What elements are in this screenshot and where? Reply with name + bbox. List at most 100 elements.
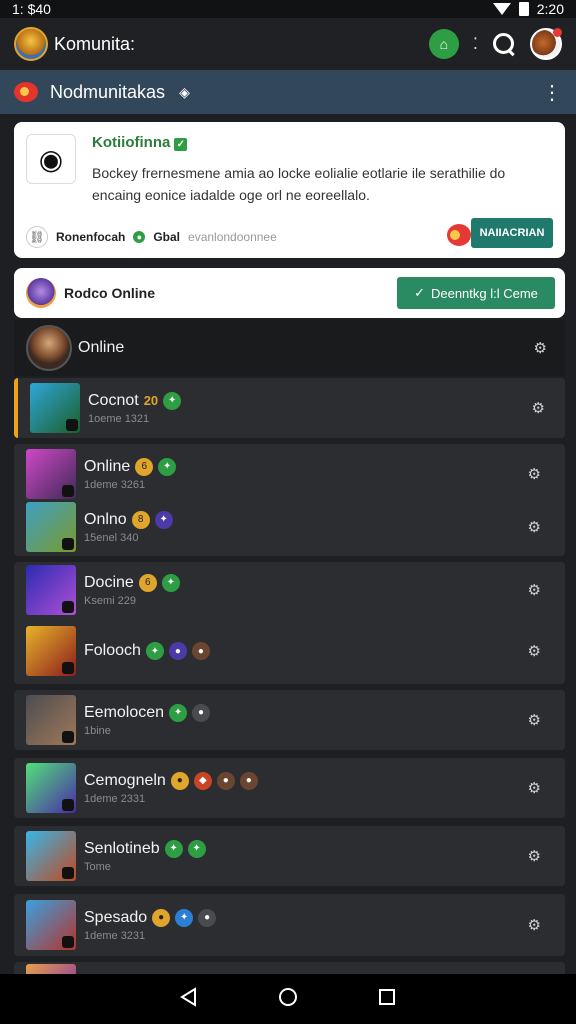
member-name-row: Onlno 8 ✦ (84, 510, 173, 529)
online-button[interactable]: ✓ Deenntkg l:l Ceme (397, 277, 555, 309)
member-group: Online 6 ✦ 1deme 3261 ⚙ Onlno 8 ✦ 15enel… (14, 444, 565, 556)
status-time: 1: $40 (12, 1, 51, 17)
badge-icon: ● (168, 642, 187, 660)
community-bar: Nodmunitakas ◈ ⋮ (0, 70, 576, 114)
member-avatar (26, 695, 76, 745)
gear-icon[interactable]: ⚙ (528, 779, 541, 797)
gear-icon[interactable]: ⚙ (528, 465, 541, 483)
foot-name: Ronenfocah (56, 230, 126, 244)
member-sub: Ksemi 229 (84, 594, 136, 607)
badge-icon: ✦ (158, 457, 177, 476)
avatar[interactable] (530, 28, 562, 60)
gear-icon[interactable]: ⚙ (528, 518, 541, 536)
member-avatar (26, 449, 76, 499)
online-card: Rodco Online ✓ Deenntkg l:l Ceme (14, 268, 565, 318)
list-item[interactable]: Spesado ● ✦ ● 1deme 3231 ⚙ (26, 900, 551, 950)
badge-icon: ● (152, 908, 171, 927)
home-icon[interactable]: ⌂ (428, 29, 459, 59)
list-item[interactable]: Folooch ✦ ● ● ⚙ (26, 626, 551, 676)
member-avatar (26, 565, 76, 615)
member-sub: 15enel 340 (84, 531, 139, 544)
diamond-icon[interactable]: ◈ (179, 84, 190, 101)
member-name: Senlotineb (84, 839, 160, 857)
member-tag: 6 (138, 573, 157, 592)
app-logo-icon[interactable] (14, 27, 48, 61)
recents-icon[interactable] (377, 987, 397, 1012)
more-vert-icon[interactable]: ⋮ (542, 80, 562, 105)
badge-icon: ◆ (193, 771, 212, 790)
link-icon[interactable]: ⛓ (26, 226, 48, 248)
member-name: Cemogneln (84, 771, 166, 789)
more-small-icon[interactable]: ⁚ (473, 34, 478, 54)
member-name: Cocnot (88, 391, 139, 409)
gear-icon[interactable]: ⚙ (528, 581, 541, 599)
member-text: Spesado ● ✦ ● 1deme 3231 (84, 908, 217, 942)
member-name: Eemolocen (84, 703, 165, 721)
member-group: Cemogneln ● ◆ ● ● 1deme 2331 ⚙ (14, 758, 565, 818)
status-battery: 2:20 (536, 1, 564, 17)
member-name: Onlno (84, 510, 127, 528)
info-action-button[interactable]: NAIIACRIAN (471, 218, 553, 248)
gear-icon[interactable]: ⚙ (528, 711, 541, 729)
badge-icon: ● (191, 642, 210, 660)
member-text: Docine 6 ✦ Ksemi 229 (84, 573, 180, 607)
back-icon[interactable] (179, 986, 199, 1012)
member-avatar (30, 383, 80, 433)
online-avatar (26, 278, 56, 308)
app-bar: Komunita: ⌂ ⁚ (0, 18, 576, 70)
list-item[interactable]: Senlotineb ✦ ✦ Tome ⚙ (26, 831, 551, 881)
info-card: ◉ Kotiiofinna ✓ Bockey frernesmene amia a… (14, 122, 565, 258)
content-area: ◉ Kotiiofinna ✓ Bockey frernesmene amia a… (0, 114, 576, 974)
member-avatar (26, 763, 76, 813)
online-header-label: Online (78, 339, 125, 356)
status-bar: 1: $40 2:20 (0, 0, 576, 18)
list-item[interactable]: Online 6 ✦ 1deme 3261 ⚙ (26, 449, 551, 499)
badge-icon: ✦ (175, 908, 194, 927)
gear-icon[interactable]: ⚙ (534, 339, 547, 357)
list-item[interactable]: Onlno 8 ✦ 15enel 340 ⚙ (26, 502, 551, 552)
gear-icon[interactable]: ⚙ (528, 847, 541, 865)
member-name-row: Senlotineb ✦ ✦ (84, 839, 206, 858)
foot-label: Gbal (153, 230, 181, 244)
member-avatar (26, 502, 76, 552)
member-group: Spesado ● ✦ ● 1deme 3231 ⚙ (14, 894, 565, 956)
check-icon: ✓ (174, 138, 188, 151)
member-name-row: Spesado ● ✦ ● (84, 908, 217, 927)
badge-icon: ● (170, 771, 189, 790)
gear-icon[interactable]: ⚙ (528, 642, 541, 660)
badge-icon: ● (239, 771, 258, 790)
foot-sub: evanlondoonnee (188, 230, 277, 244)
search-icon[interactable] (492, 32, 516, 56)
member-avatar (26, 964, 76, 974)
badge-icon: ✦ (169, 703, 188, 722)
member-group: Docine 6 ✦ Ksemi 229 ⚙ Folooch ✦ ● ● ⚙ (14, 562, 565, 684)
community-title[interactable]: Nodmunitakas (50, 82, 165, 103)
badge-icon: ● (198, 908, 217, 927)
header-avatar (26, 325, 72, 371)
gear-icon[interactable]: ⚙ (532, 399, 545, 417)
list-item[interactable]: Eemolocen ✦ ● 1bine ⚙ (26, 695, 551, 745)
member-text: Folooch ✦ ● ● (84, 642, 210, 660)
member-name: Online (84, 457, 131, 475)
gear-icon[interactable]: ⚙ (528, 916, 541, 934)
member-sub: 1oeme 1321 (88, 412, 150, 425)
app-bar-actions: ⌂ ⁚ (428, 28, 562, 60)
home-nav-icon[interactable] (277, 986, 299, 1013)
member-group: Senlotineb ✦ ✦ Tome ⚙ (14, 826, 565, 886)
member-group (14, 962, 565, 974)
member-tag: 6 (135, 457, 154, 476)
list-item[interactable]: Cocnot 20 ✦ 1oeme 1321 ⚙ (30, 383, 555, 433)
member-text: Eemolocen ✦ ● 1bine (84, 703, 211, 737)
member-tag: 20 (143, 393, 159, 408)
badge-icon: ✦ (187, 839, 206, 858)
list-item[interactable]: Docine 6 ✦ Ksemi 229 ⚙ (26, 565, 551, 615)
online-header[interactable]: Online ⚙ (14, 320, 565, 376)
member-name-row: Folooch ✦ ● ● (84, 642, 210, 660)
online-title: Rodco Online (64, 285, 155, 301)
list-item[interactable]: Cemogneln ● ◆ ● ● 1deme 2331 ⚙ (26, 763, 551, 813)
member-text: Senlotineb ✦ ✦ Tome (84, 839, 206, 873)
badge-icon: ✦ (163, 391, 182, 410)
wifi-icon (492, 3, 511, 15)
community-icon (14, 82, 38, 102)
badge-icon: ✦ (145, 642, 164, 660)
